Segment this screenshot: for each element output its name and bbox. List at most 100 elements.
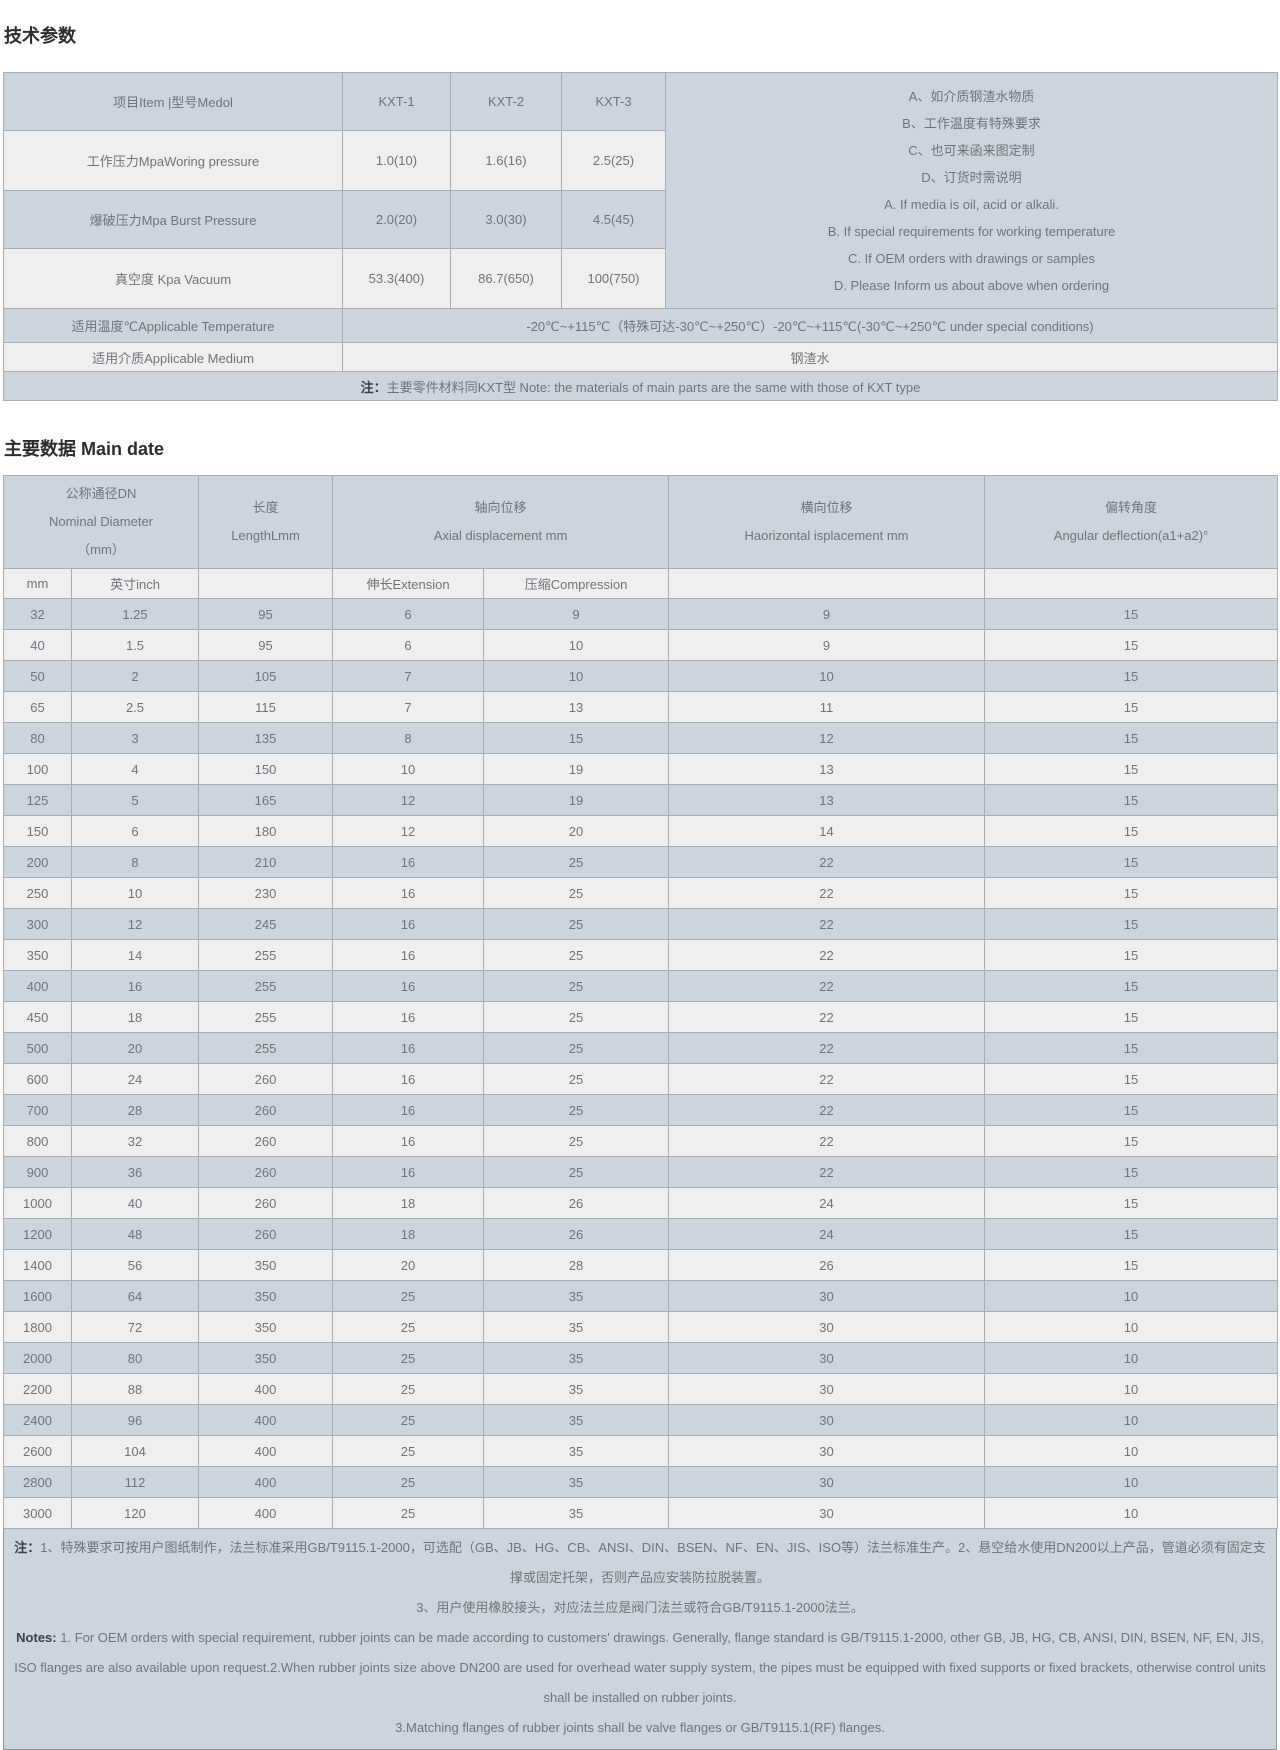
table-cell: 25 (484, 971, 669, 1002)
main-header-row: 公称通径DN Nominal Diameter （mm） 长度 LengthLm… (4, 476, 1278, 569)
table-cell: 15 (985, 723, 1278, 754)
table-row: 200821016252215 (4, 847, 1278, 878)
header-length: 长度 LengthLmm (199, 476, 333, 569)
table-cell: 96 (72, 1405, 199, 1436)
table-cell: 2200 (4, 1374, 72, 1405)
table-cell: 350 (199, 1312, 333, 1343)
table-cell: 35 (484, 1312, 669, 1343)
table-row: 4501825516252215 (4, 1002, 1278, 1033)
notes-block: 注：1、特殊要求可按用户图纸制作，法兰标准采用GB/T9115.1-2000，可… (3, 1529, 1277, 1750)
table-cell: 2 (72, 661, 199, 692)
table-cell: 2600 (4, 1436, 72, 1467)
table-cell: 210 (199, 847, 333, 878)
table-cell: 25 (484, 847, 669, 878)
table-cell: 35 (484, 1498, 669, 1529)
table-cell: 10 (985, 1467, 1278, 1498)
table-cell: 15 (985, 1250, 1278, 1281)
table-row: 5002025516252215 (4, 1033, 1278, 1064)
table-cell: 30 (669, 1467, 985, 1498)
table-cell: 8 (333, 723, 484, 754)
table-cell: 350 (199, 1343, 333, 1374)
value-cell: 2.5(25) (562, 131, 666, 191)
table-cell: 11 (669, 692, 985, 723)
table-cell: 260 (199, 1064, 333, 1095)
table-cell: 10 (985, 1343, 1278, 1374)
header-line: Nominal Diameter (8, 508, 194, 536)
header-nominal-diameter: 公称通径DN Nominal Diameter （mm） (4, 476, 199, 569)
table-cell: 15 (985, 599, 1278, 630)
table-cell: 22 (669, 878, 985, 909)
tech-header-item: 项目Item |型号Medol (4, 73, 343, 131)
table-cell: 10 (985, 1498, 1278, 1529)
value-cell: 4.5(45) (562, 191, 666, 249)
table-cell: 15 (985, 1033, 1278, 1064)
value-cell: 2.0(20) (343, 191, 451, 249)
table-cell: 1.25 (72, 599, 199, 630)
table-cell: 35 (484, 1405, 669, 1436)
table-cell: 25 (333, 1436, 484, 1467)
table-cell: 35 (484, 1436, 669, 1467)
subheader-empty-cell (669, 569, 985, 599)
remark-line: C. If OEM orders with drawings or sample… (670, 245, 1273, 272)
medium-value: 钢渣水 (343, 343, 1278, 372)
table-row: 20008035025353010 (4, 1343, 1278, 1374)
table-cell: 400 (199, 1405, 333, 1436)
table-cell: 13 (669, 785, 985, 816)
table-cell: 56 (72, 1250, 199, 1281)
table-cell: 25 (484, 1064, 669, 1095)
table-cell: 15 (985, 1188, 1278, 1219)
notes-zh-text: 1、特殊要求可按用户图纸制作，法兰标准采用GB/T9115.1-2000，可选配… (40, 1540, 1266, 1585)
table-cell: 26 (669, 1250, 985, 1281)
table-cell: 16 (333, 1126, 484, 1157)
table-cell: 25 (333, 1312, 484, 1343)
table-cell: 22 (669, 1157, 985, 1188)
table-cell: 15 (985, 1064, 1278, 1095)
table-cell: 7 (333, 661, 484, 692)
table-cell: 260 (199, 1157, 333, 1188)
table-cell: 255 (199, 1002, 333, 1033)
table-cell: 13 (484, 692, 669, 723)
table-cell: 1000 (4, 1188, 72, 1219)
table-cell: 400 (199, 1498, 333, 1529)
table-cell: 22 (669, 971, 985, 1002)
notes-en-text: 1. For OEM orders with special requireme… (14, 1630, 1266, 1705)
table-cell: 8 (72, 847, 199, 878)
notes-en-label: Notes: (16, 1630, 56, 1645)
remark-line: D. Please Inform us about above when ord… (670, 272, 1273, 299)
header-line: 长度 (203, 494, 328, 522)
table-cell: 18 (333, 1219, 484, 1250)
table-cell: 15 (985, 878, 1278, 909)
table-cell: 35 (484, 1374, 669, 1405)
table-row: 24009640025353010 (4, 1405, 1278, 1436)
table-cell: 1400 (4, 1250, 72, 1281)
table-cell: 25 (484, 1157, 669, 1188)
table-row: 16006435025353010 (4, 1281, 1278, 1312)
table-cell: 13 (669, 754, 985, 785)
table-cell: 9 (484, 599, 669, 630)
header-line: Angular deflection(a1+a2)° (989, 522, 1273, 550)
page: 技术参数 项目Item |型号Medol KXT-1 KXT-2 KXT-3 A… (0, 0, 1280, 1750)
table-cell: 16 (333, 1064, 484, 1095)
table-cell: 16 (333, 940, 484, 971)
header-line: 轴向位移 (337, 494, 664, 522)
table-cell: 25 (484, 878, 669, 909)
row-label: 适用介质Applicable Medium (4, 343, 343, 372)
table-cell: 15 (985, 1002, 1278, 1033)
table-row: 22008840025353010 (4, 1374, 1278, 1405)
table-cell: 10 (484, 661, 669, 692)
table-cell: 15 (985, 692, 1278, 723)
table-cell: 26 (484, 1188, 669, 1219)
tech-header-model-kxt1: KXT-1 (343, 73, 451, 131)
table-row: 652.51157131115 (4, 692, 1278, 723)
table-cell: 25 (484, 1095, 669, 1126)
value-cell: 1.6(16) (451, 131, 562, 191)
table-cell: 10 (985, 1374, 1278, 1405)
table-cell: 25 (333, 1405, 484, 1436)
table-cell: 15 (484, 723, 669, 754)
tech-note-text: 主要零件材料同KXT型 Note: the materials of main … (387, 380, 921, 395)
table-cell: 19 (484, 754, 669, 785)
table-cell: 104 (72, 1436, 199, 1467)
table-row: 10004026018262415 (4, 1188, 1278, 1219)
table-cell: 26 (484, 1219, 669, 1250)
table-cell: 500 (4, 1033, 72, 1064)
